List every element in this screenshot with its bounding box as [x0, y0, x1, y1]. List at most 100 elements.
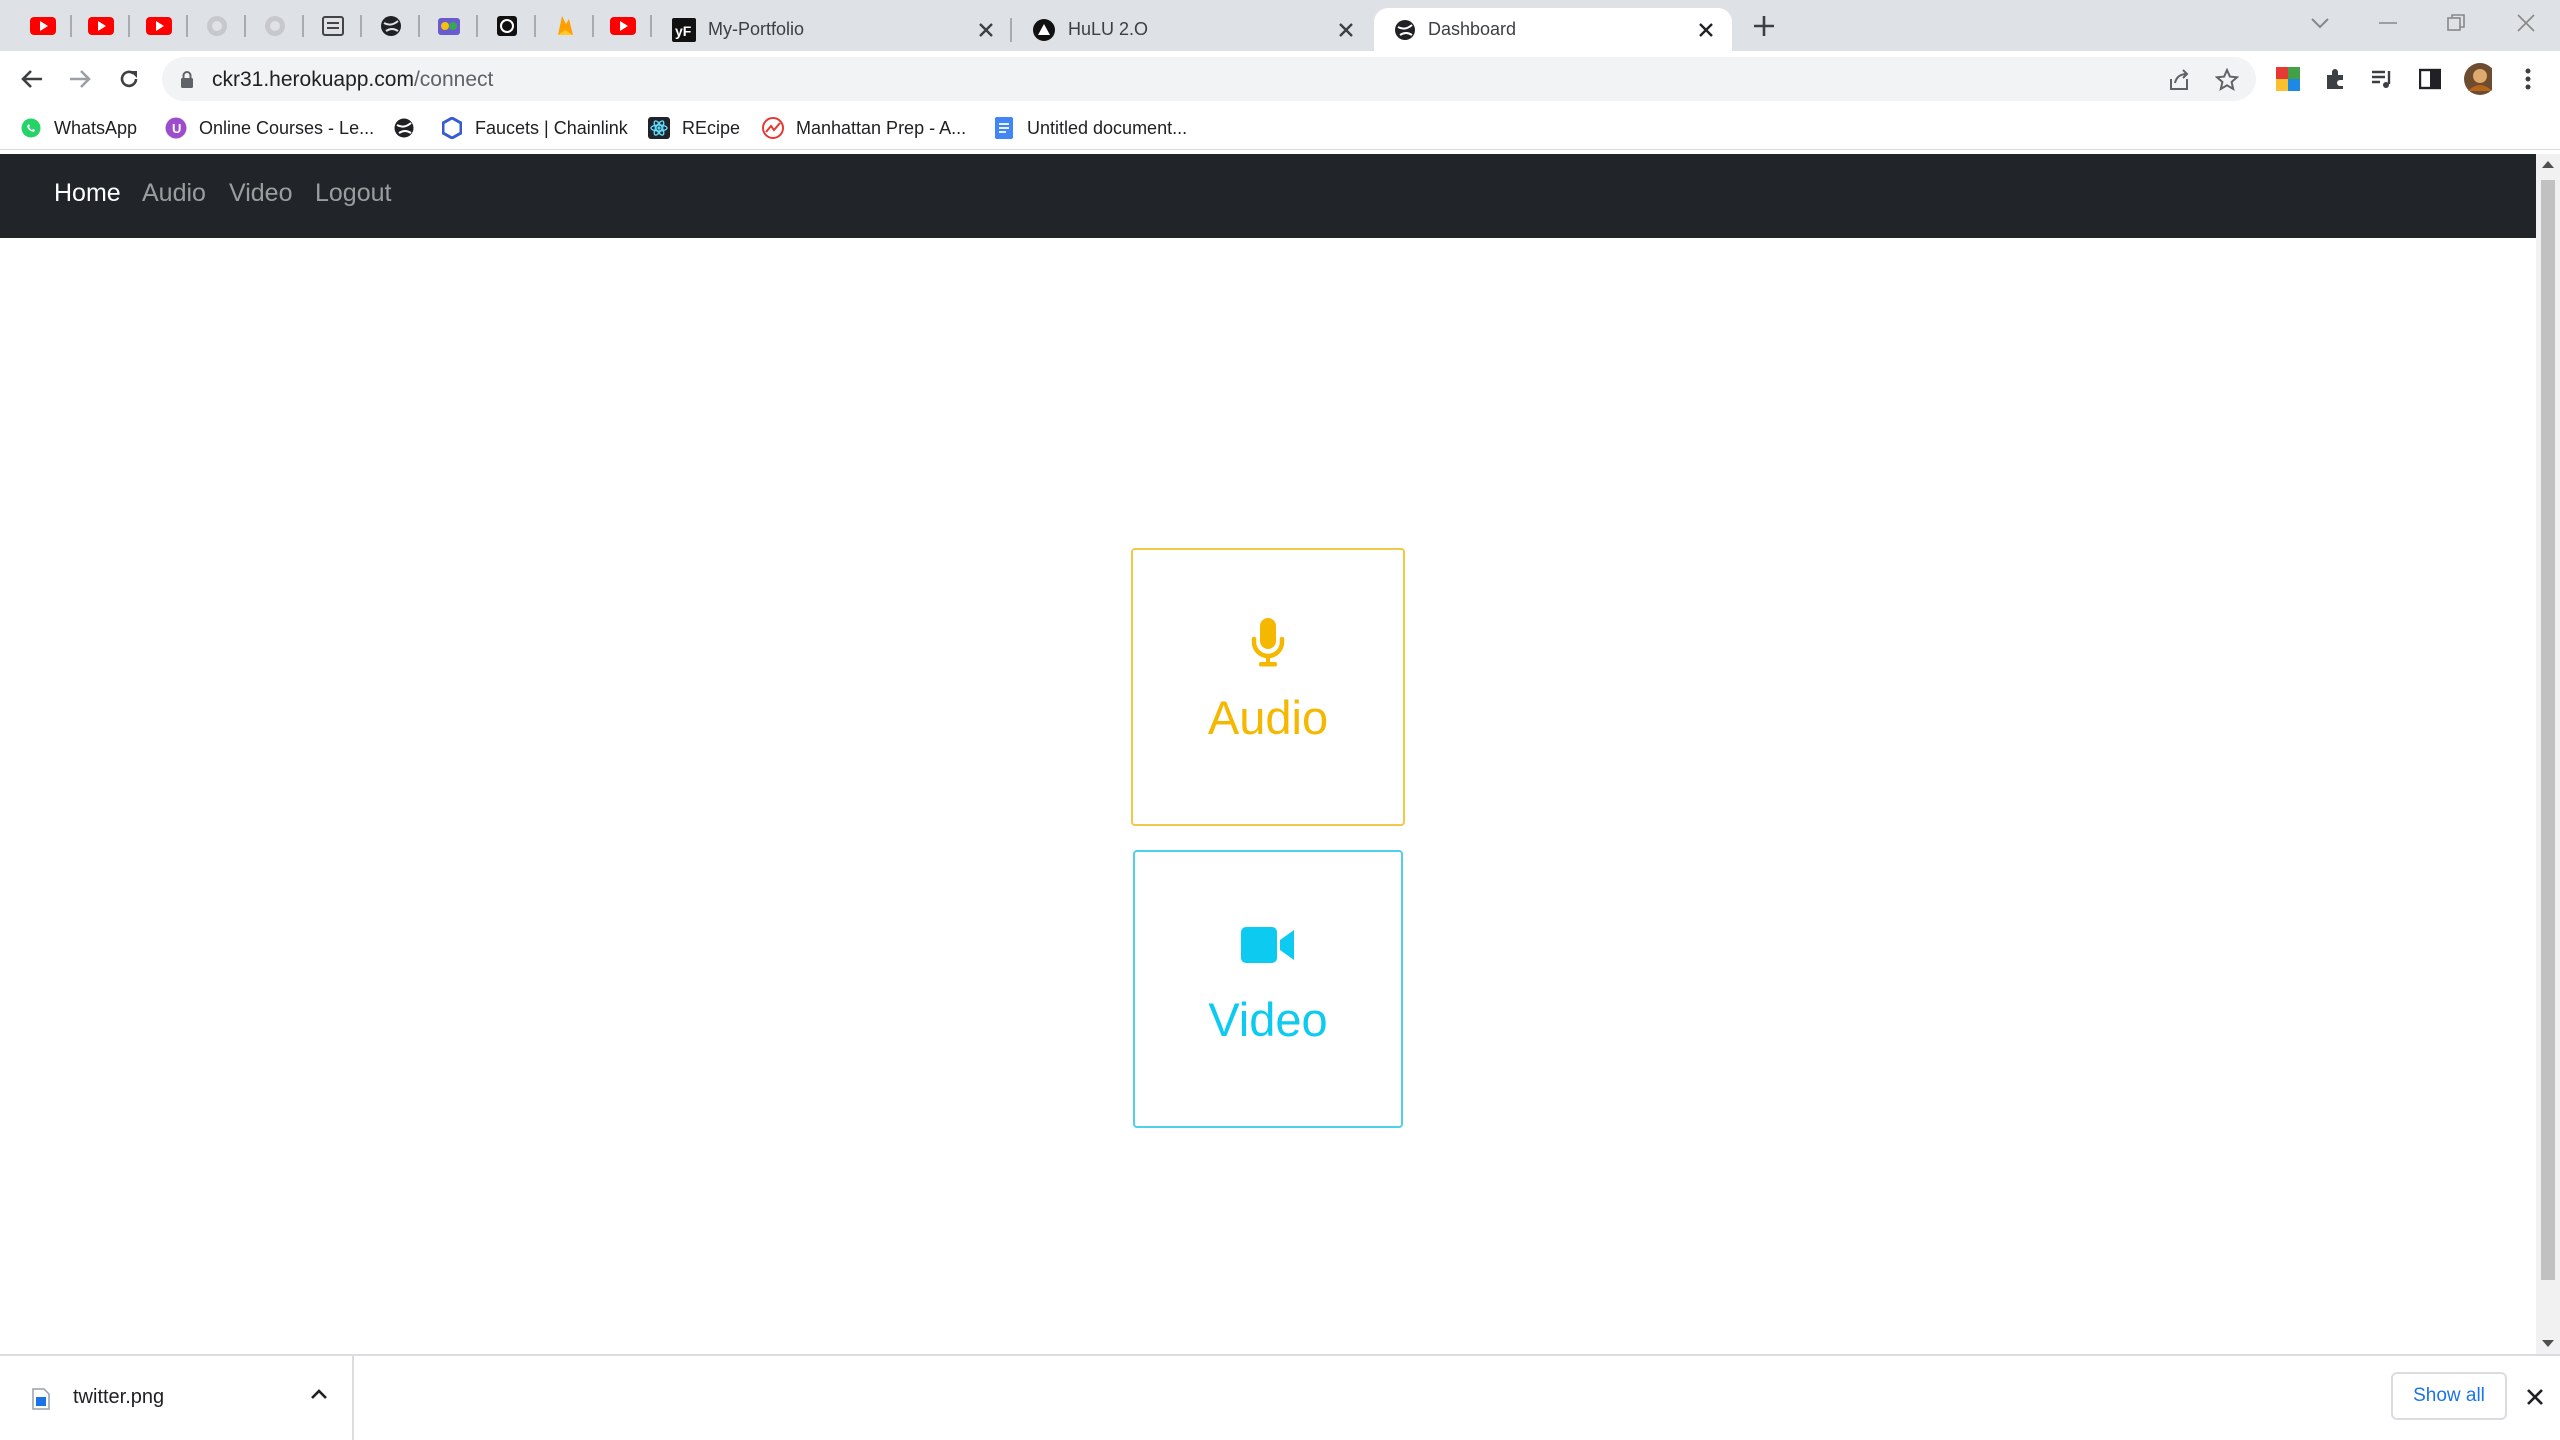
pinned-tab-globe-1[interactable]: [188, 9, 246, 43]
scrollbar-thumb[interactable]: [2541, 180, 2555, 1280]
media-control-button[interactable]: [2368, 65, 2396, 93]
youtube-icon: [146, 17, 172, 35]
address-bar[interactable]: ckr31.herokuapp.com/connect: [162, 57, 2256, 101]
show-all-button[interactable]: Show all: [2391, 1372, 2507, 1420]
audio-card[interactable]: Audio: [1131, 548, 1405, 826]
new-tab-button[interactable]: [1748, 10, 1780, 42]
arrow-right-icon: [70, 70, 91, 88]
bookmark-untitled-document[interactable]: Untitled document...: [993, 115, 1187, 141]
audio-card-label: Audio: [1207, 691, 1329, 744]
pinned-tab-youtube-2[interactable]: [72, 9, 130, 43]
lock-icon: [181, 71, 193, 88]
youtube-icon: [30, 17, 56, 35]
bookmark-whatsapp[interactable]: WhatsApp: [20, 115, 137, 141]
site-navbar: Home Audio Video Logout: [0, 154, 2536, 238]
image-file-icon: [32, 1388, 50, 1410]
tab-dashboard[interactable]: Dashboard: [1374, 8, 1732, 51]
tab-hulu[interactable]: HuLU 2.O: [1012, 8, 1372, 51]
triangle-logo-icon: [1033, 18, 1055, 41]
tab-strip: yF My-Portfolio HuLU 2.O Dashboard: [0, 0, 2560, 51]
page-viewport: Home Audio Video Logout Audio Video: [0, 154, 2536, 1354]
nav-audio-link[interactable]: Audio: [142, 179, 206, 208]
download-item[interactable]: twitter.png: [0, 1356, 354, 1440]
nav-home-link[interactable]: Home: [54, 179, 121, 208]
minimize-icon: [2379, 21, 2397, 24]
bookmark-globe[interactable]: [393, 115, 415, 141]
extension-button[interactable]: [2274, 65, 2302, 93]
scroll-up-icon[interactable]: [2542, 160, 2554, 168]
playlist-icon: [2372, 70, 2391, 88]
close-window-button[interactable]: [2496, 0, 2556, 45]
video-camera-icon: [1241, 927, 1294, 963]
bookmark-faucets-chainlink[interactable]: Faucets | Chainlink: [441, 115, 628, 141]
close-icon[interactable]: [1336, 20, 1356, 40]
profile-button[interactable]: [2464, 63, 2492, 95]
globe-icon: [1395, 19, 1415, 40]
pinned-tab-youtube-4[interactable]: [594, 9, 652, 43]
app-icon: [497, 16, 517, 36]
page-scrollbar[interactable]: [2536, 154, 2560, 1354]
tab-title: Dashboard: [1428, 19, 1517, 39]
pinned-tab-firebase[interactable]: [536, 9, 594, 43]
menu-button[interactable]: [2514, 65, 2542, 93]
pinned-tab-globe-3[interactable]: [362, 9, 420, 43]
pinned-tab-app-2[interactable]: [478, 9, 536, 43]
graduation-icon: [322, 16, 344, 36]
pinned-tab-app-1[interactable]: [420, 9, 478, 43]
chevron-down-icon: [2311, 17, 2329, 28]
back-button[interactable]: [15, 62, 49, 96]
share-icon: [2170, 69, 2189, 90]
pinned-tab-youtube-1[interactable]: [14, 9, 72, 43]
puzzle-icon: [2327, 69, 2343, 89]
arrow-left-icon: [21, 70, 42, 88]
side-panel-icon: [2419, 68, 2441, 90]
avatar: [2464, 63, 2492, 95]
bookmark-star-button[interactable]: [2214, 67, 2240, 93]
minimize-button[interactable]: [2358, 0, 2418, 45]
pinned-tab-globe-2[interactable]: [246, 9, 304, 43]
whatsapp-icon: [21, 118, 41, 138]
svg-text:yF: yF: [675, 23, 692, 39]
close-icon: [2527, 1389, 2543, 1405]
scroll-down-icon[interactable]: [2542, 1340, 2554, 1348]
close-icon[interactable]: [976, 20, 996, 40]
side-panel-button[interactable]: [2416, 65, 2444, 93]
video-card[interactable]: Video: [1133, 850, 1403, 1128]
reload-button[interactable]: [112, 62, 146, 96]
nav-video-link[interactable]: Video: [229, 179, 293, 208]
close-icon[interactable]: [1696, 20, 1716, 40]
forward-button[interactable]: [63, 62, 97, 96]
bookmarks-bar: WhatsApp U Online Courses - Le... Faucet…: [0, 107, 2560, 150]
close-download-shelf-button[interactable]: [2522, 1384, 2548, 1410]
browser-toolbar: ckr31.herokuapp.com/connect: [0, 51, 2560, 107]
extensions-button[interactable]: [2322, 65, 2350, 93]
restore-button[interactable]: [2426, 0, 2486, 45]
pinned-tab-youtube-3[interactable]: [130, 9, 188, 43]
bookmark-online-courses[interactable]: U Online Courses - Le...: [165, 115, 374, 141]
nav-logout-link[interactable]: Logout: [315, 179, 391, 208]
docs-icon: [995, 117, 1013, 139]
extension-app-icon: [2276, 67, 2300, 91]
pinned-tab-graduation[interactable]: [304, 9, 362, 43]
url-text: ckr31.herokuapp.com/connect: [212, 68, 494, 91]
video-card-label: Video: [1208, 993, 1328, 1046]
reload-icon: [120, 70, 138, 88]
chart-icon: [762, 117, 784, 139]
microphone-icon: [1251, 618, 1285, 667]
tab-search-button[interactable]: [2290, 0, 2350, 45]
globe-icon: [394, 118, 414, 138]
tab-title: My-Portfolio: [708, 19, 805, 39]
bookmark-recipe[interactable]: REcipe: [648, 115, 740, 141]
firebase-icon: [558, 16, 573, 35]
react-icon: [648, 117, 670, 139]
courses-icon: U: [165, 117, 187, 139]
close-icon: [2517, 13, 2535, 32]
download-filename: twitter.png: [73, 1386, 165, 1408]
bookmark-manhattan-prep[interactable]: Manhattan Prep - A...: [762, 115, 966, 141]
tab-my-portfolio[interactable]: yF My-Portfolio: [652, 8, 1012, 51]
tab-title: HuLU 2.O: [1068, 19, 1149, 39]
yf-logo-icon: yF: [672, 17, 696, 42]
globe-icon: [265, 16, 285, 36]
share-button[interactable]: [2166, 67, 2192, 93]
chevron-up-icon[interactable]: [310, 1388, 328, 1400]
